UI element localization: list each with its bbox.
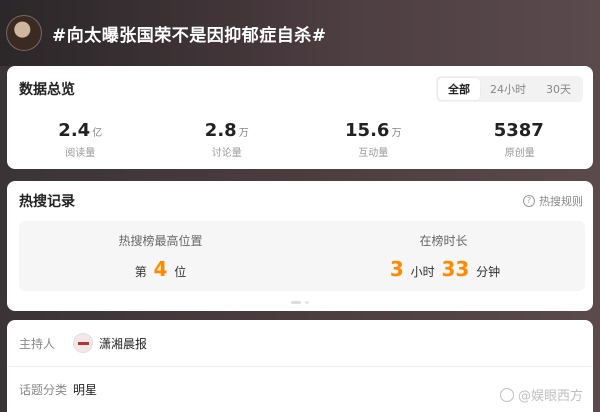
tab-24h[interactable]: 24小时 xyxy=(480,78,536,100)
stat-label: 原创量 xyxy=(504,148,535,159)
topic-info-card: 主持人 潇湘晨报 话题分类 明星 @娱眼西方 xyxy=(7,320,593,412)
hot-search-card: 热搜记录 ? 热搜规则 热搜榜最高位置 第 4 位 在榜时长 3 小时 33 分… xyxy=(7,181,593,311)
watermark-text: @娱眼西方 xyxy=(517,389,583,404)
host-name: 潇湘晨报 xyxy=(99,336,148,351)
on-list-duration: 在榜时长 3 小时 33 分钟 xyxy=(344,232,544,281)
peak-value: 4 xyxy=(153,256,168,281)
indicator-active xyxy=(291,301,301,304)
tab-30d[interactable]: 30天 xyxy=(536,78,581,100)
time-range-tabs: 全部 24小时 30天 xyxy=(436,76,583,102)
stat-label: 互动量 xyxy=(358,148,389,159)
host-label: 主持人 xyxy=(19,336,56,351)
watermark: @娱眼西方 xyxy=(499,385,583,404)
stat-value: 2.4 xyxy=(58,120,91,141)
question-icon: ? xyxy=(523,195,535,207)
peak-position: 热搜榜最高位置 第 4 位 xyxy=(61,232,261,281)
stat-originals: 5387 原创量 xyxy=(455,120,585,159)
peak-suffix: 位 xyxy=(174,264,187,279)
stat-value: 15.6 xyxy=(345,120,390,141)
stat-unit: 万 xyxy=(238,128,249,139)
topic-header: #向太曝张国荣不是因抑郁症自杀# xyxy=(0,0,600,66)
host-row: 主持人 潇湘晨报 xyxy=(7,320,593,366)
peak-prefix: 第 xyxy=(134,264,147,279)
topic-avatar[interactable] xyxy=(6,15,42,51)
rules-label: 热搜规则 xyxy=(539,195,583,208)
stat-reads: 2.4 亿 阅读量 xyxy=(15,120,145,159)
watermark-icon xyxy=(499,387,514,402)
peak-label: 热搜榜最高位置 xyxy=(118,233,203,248)
data-overview-card: 数据总览 全部 24小时 30天 2.4 亿 阅读量 2.8 万 讨论量 15.6 万… xyxy=(7,66,593,169)
stat-value: 2.8 xyxy=(204,120,237,141)
hours-unit: 小时 xyxy=(410,264,435,279)
category-value: 明星 xyxy=(73,383,98,397)
stat-value: 5387 xyxy=(493,120,544,141)
carousel-indicator xyxy=(7,301,593,304)
category-label: 话题分类 xyxy=(19,383,68,397)
hot-search-summary: 热搜榜最高位置 第 4 位 在榜时长 3 小时 33 分钟 xyxy=(19,221,585,291)
host-logo-icon xyxy=(73,333,93,353)
stat-label: 讨论量 xyxy=(211,148,242,159)
topic-title: #向太曝张国荣不是因抑郁症自杀# xyxy=(52,25,327,46)
tab-all[interactable]: 全部 xyxy=(438,78,480,100)
stat-discussions: 2.8 万 讨论量 xyxy=(162,120,292,159)
stat-unit: 万 xyxy=(391,128,402,139)
host-link[interactable]: 潇湘晨报 xyxy=(73,333,147,353)
indicator-inactive xyxy=(305,301,309,304)
duration-hours: 3 xyxy=(389,256,404,281)
hot-search-title: 热搜记录 xyxy=(19,194,75,210)
overview-title: 数据总览 xyxy=(19,82,75,98)
stat-interactions: 15.6 万 互动量 xyxy=(308,120,438,159)
duration-label: 在榜时长 xyxy=(419,233,468,248)
stat-label: 阅读量 xyxy=(65,148,96,159)
overview-stats: 2.4 亿 阅读量 2.8 万 讨论量 15.6 万 互动量 5387 原创量 xyxy=(7,120,593,159)
stat-unit: 亿 xyxy=(92,128,103,139)
hot-search-rules-link[interactable]: ? 热搜规则 xyxy=(523,193,583,209)
duration-minutes: 33 xyxy=(441,256,470,281)
minutes-unit: 分钟 xyxy=(476,264,501,279)
